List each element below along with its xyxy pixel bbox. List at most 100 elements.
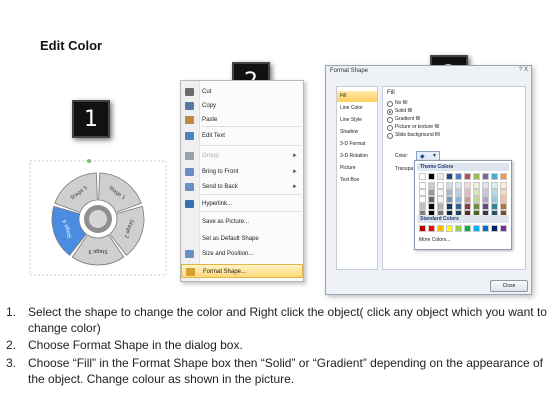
menu-item-copy[interactable]: Copy xyxy=(181,99,303,113)
menu-item-cut[interactable]: Cut xyxy=(181,85,303,99)
theme-color-swatch[interactable] xyxy=(464,189,471,196)
dialog-window-controls[interactable]: ? X xyxy=(519,67,528,73)
menu-item-edit-text[interactable]: Edit Text xyxy=(181,129,303,143)
theme-color-swatch[interactable] xyxy=(437,196,444,203)
theme-color-swatch[interactable] xyxy=(473,182,480,189)
theme-color-swatch[interactable] xyxy=(482,173,489,180)
theme-color-swatch[interactable] xyxy=(491,173,498,180)
menu-item-save-as-picture[interactable]: Save as Picture... xyxy=(181,215,303,229)
menu-item-bring-to-front[interactable]: Bring to Front ► xyxy=(181,165,303,179)
theme-color-swatch[interactable] xyxy=(428,182,435,189)
theme-color-swatch[interactable] xyxy=(437,203,444,210)
theme-color-swatch[interactable] xyxy=(464,203,471,210)
theme-color-swatch[interactable] xyxy=(455,182,462,189)
theme-color-swatch[interactable] xyxy=(464,173,471,180)
theme-color-swatch[interactable] xyxy=(437,182,444,189)
theme-color-swatch[interactable] xyxy=(428,173,435,180)
theme-color-swatch[interactable] xyxy=(446,182,453,189)
standard-color-swatch[interactable] xyxy=(473,225,480,232)
menu-item-label: Save as Picture... xyxy=(202,219,250,225)
theme-color-swatch[interactable] xyxy=(455,196,462,203)
nav-item-shadow[interactable]: Shadow xyxy=(337,127,377,138)
theme-color-swatch[interactable] xyxy=(455,203,462,210)
standard-color-swatch[interactable] xyxy=(455,225,462,232)
theme-color-swatch[interactable] xyxy=(500,189,507,196)
standard-color-swatch[interactable] xyxy=(446,225,453,232)
menu-item-format-shape[interactable]: Format Shape... xyxy=(181,264,303,278)
theme-color-swatch[interactable] xyxy=(455,189,462,196)
nav-item-text-box[interactable]: Text Box xyxy=(337,175,377,186)
theme-color-swatch[interactable] xyxy=(446,196,453,203)
edit-text-icon xyxy=(185,132,194,140)
menu-item-hyperlink[interactable]: Hyperlink... xyxy=(181,197,303,211)
standard-color-swatch[interactable] xyxy=(464,225,471,232)
theme-color-swatch[interactable] xyxy=(446,173,453,180)
radio-gradient-fill[interactable] xyxy=(387,117,393,123)
theme-color-swatch[interactable] xyxy=(419,182,426,189)
send-back-icon xyxy=(185,183,194,191)
fill-heading: Fill xyxy=(387,90,395,96)
theme-color-swatch[interactable] xyxy=(428,203,435,210)
theme-color-swatch[interactable] xyxy=(473,196,480,203)
stage-wheel[interactable]: Stage 1Stage 2Stage 3Stage 4Stage 5 xyxy=(22,155,172,280)
theme-color-swatch[interactable] xyxy=(419,189,426,196)
theme-color-swatch[interactable] xyxy=(446,203,453,210)
nav-item-line-style[interactable]: Line Style xyxy=(337,115,377,126)
more-colors-link[interactable]: More Colors... xyxy=(419,237,450,243)
theme-color-swatch[interactable] xyxy=(482,189,489,196)
theme-color-swatch[interactable] xyxy=(437,189,444,196)
color-label: Color: xyxy=(395,153,409,159)
theme-color-swatch[interactable] xyxy=(446,189,453,196)
theme-color-swatch[interactable] xyxy=(491,196,498,203)
close-button[interactable]: Close xyxy=(490,280,528,292)
theme-color-swatch[interactable] xyxy=(428,189,435,196)
theme-color-swatch[interactable] xyxy=(482,196,489,203)
theme-color-swatch[interactable] xyxy=(473,203,480,210)
theme-color-swatch[interactable] xyxy=(500,196,507,203)
nav-item-3-d-rotation[interactable]: 3-D Rotation xyxy=(337,151,377,162)
menu-separator xyxy=(201,211,301,212)
standard-color-swatch[interactable] xyxy=(419,225,426,232)
theme-color-swatch[interactable] xyxy=(482,203,489,210)
standard-color-swatch[interactable] xyxy=(500,225,507,232)
menu-item-paste[interactable]: Paste xyxy=(181,113,303,127)
theme-color-swatch[interactable] xyxy=(419,196,426,203)
theme-color-swatch[interactable] xyxy=(437,173,444,180)
theme-color-swatch[interactable] xyxy=(464,196,471,203)
radio-picture-or-texture-fill[interactable] xyxy=(387,125,393,131)
theme-color-swatch[interactable] xyxy=(491,189,498,196)
radio-slide-background-fill[interactable] xyxy=(387,133,393,139)
theme-color-swatch[interactable] xyxy=(491,203,498,210)
radio-no-fill[interactable] xyxy=(387,101,393,107)
paint-bucket-icon: ◆ xyxy=(420,154,425,160)
theme-color-swatch[interactable] xyxy=(500,173,507,180)
theme-color-swatch[interactable] xyxy=(500,203,507,210)
format-shape-icon xyxy=(186,268,195,276)
menu-separator xyxy=(201,126,301,127)
nav-item-line-color[interactable]: Line Color xyxy=(337,103,377,114)
radio-solid-fill[interactable] xyxy=(387,109,393,115)
page-title: Edit Color xyxy=(40,38,103,53)
theme-color-swatch[interactable] xyxy=(491,182,498,189)
standard-color-swatch[interactable] xyxy=(482,225,489,232)
theme-color-swatch[interactable] xyxy=(419,173,426,180)
nav-item-fill[interactable]: Fill xyxy=(337,91,377,102)
menu-item-size-and-position[interactable]: Size and Position... xyxy=(181,247,303,261)
theme-color-swatch[interactable] xyxy=(473,189,480,196)
standard-color-swatch[interactable] xyxy=(428,225,435,232)
theme-color-swatch[interactable] xyxy=(455,173,462,180)
rotate-handle[interactable] xyxy=(87,159,91,163)
theme-color-swatch[interactable] xyxy=(473,173,480,180)
standard-color-swatch[interactable] xyxy=(491,225,498,232)
theme-color-swatch[interactable] xyxy=(482,182,489,189)
nav-item-picture[interactable]: Picture xyxy=(337,163,377,174)
standard-color-swatch[interactable] xyxy=(437,225,444,232)
theme-color-swatch[interactable] xyxy=(500,182,507,189)
nav-item-3-d-format[interactable]: 3-D Format xyxy=(337,139,377,150)
theme-color-swatch[interactable] xyxy=(428,196,435,203)
theme-color-swatch[interactable] xyxy=(464,182,471,189)
menu-item-label: Set as Default Shape xyxy=(202,236,259,242)
menu-item-set-as-default-shape[interactable]: Set as Default Shape xyxy=(181,232,303,246)
theme-color-swatch[interactable] xyxy=(419,203,426,210)
menu-item-send-to-back[interactable]: Send to Back ► xyxy=(181,180,303,194)
